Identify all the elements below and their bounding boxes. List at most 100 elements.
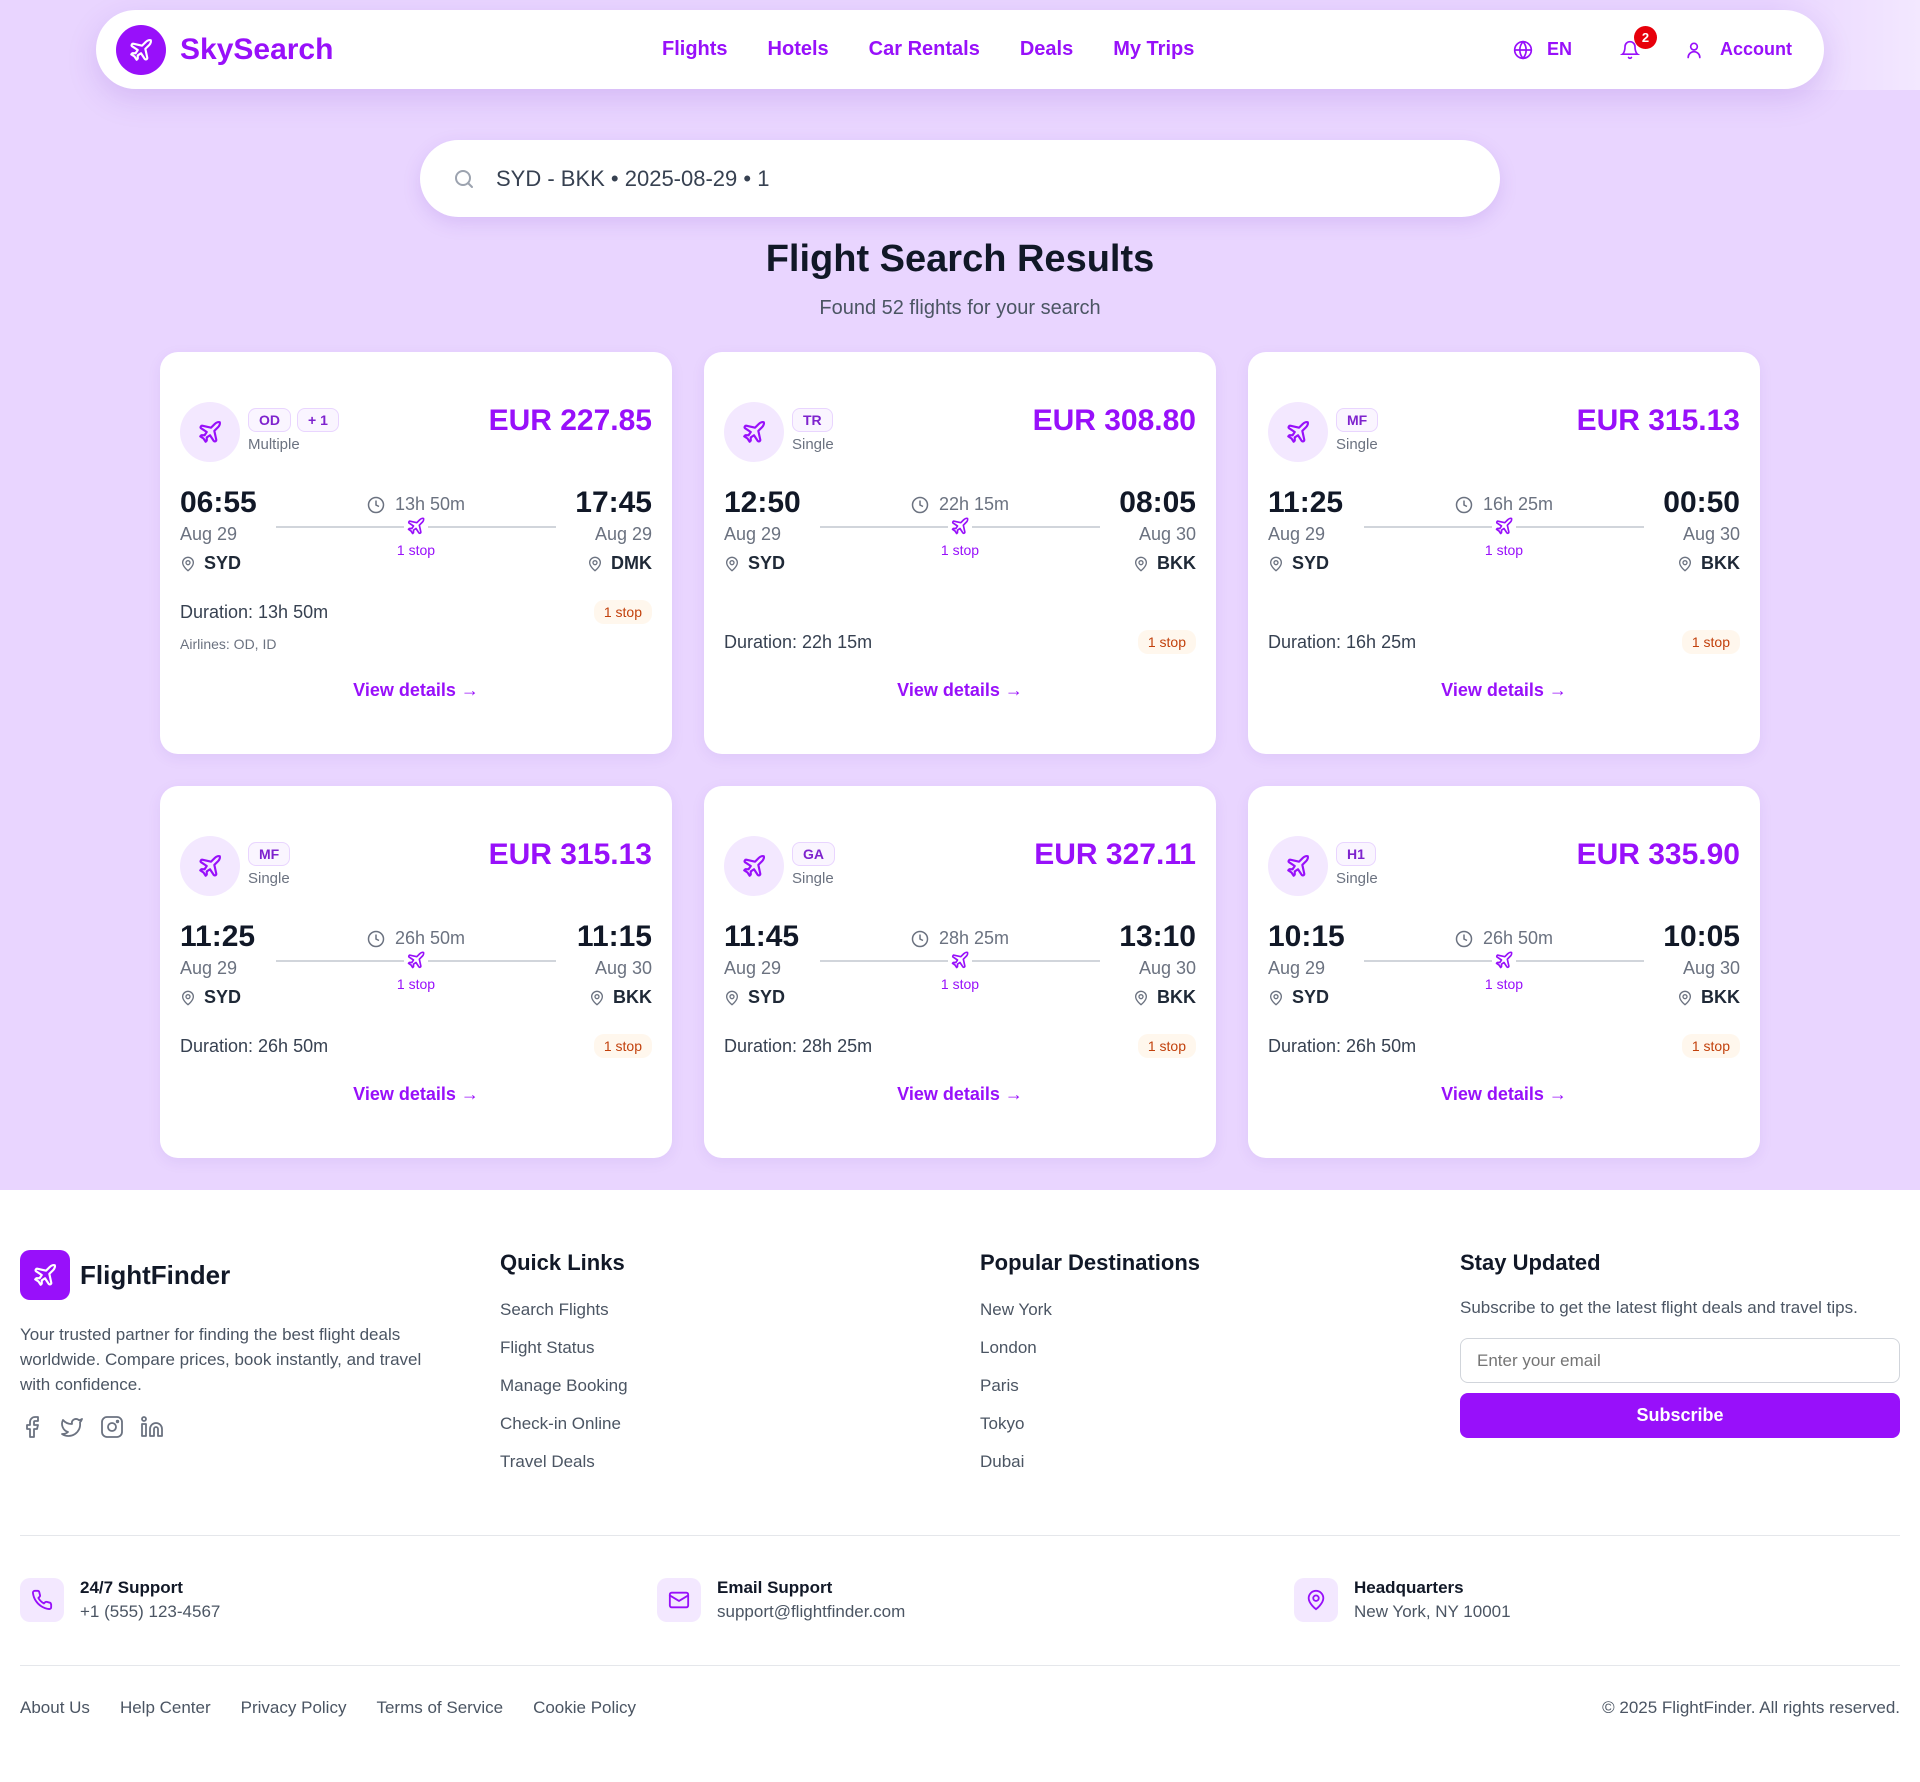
- flight-card[interactable]: OD + 1 Multiple EUR 227.85 06:55 Aug 29 …: [160, 352, 672, 754]
- legal-links: About Us Help Center Privacy Policy Term…: [20, 1698, 636, 1718]
- linkedin-icon[interactable]: [140, 1415, 164, 1439]
- destination-dubai[interactable]: Dubai: [980, 1452, 1200, 1472]
- departure: 06:55 Aug 29 SYD: [180, 486, 257, 574]
- newsletter-text: Subscribe to get the latest flight deals…: [1460, 1298, 1858, 1317]
- departure-airport-code: SYD: [748, 553, 786, 573]
- top-navbar: SkySearch Flights Hotels Car Rentals Dea…: [96, 10, 1824, 89]
- plane-icon: [130, 38, 153, 61]
- arrival-airport: BKK: [1119, 553, 1196, 574]
- view-details-link[interactable]: View details →: [704, 680, 1216, 701]
- nav-hotels[interactable]: Hotels: [768, 38, 829, 61]
- link-help-center[interactable]: Help Center: [120, 1698, 211, 1718]
- link-about-us[interactable]: About Us: [20, 1698, 90, 1718]
- flight-path: 13h 50m 1 stop: [276, 486, 556, 582]
- footer-description: Your trusted partner for finding the bes…: [20, 1325, 422, 1394]
- newsletter-email-input[interactable]: [1460, 1338, 1900, 1383]
- airline-info: GA Single: [792, 842, 835, 887]
- nav-flights[interactable]: Flights: [662, 38, 728, 61]
- nav-deals[interactable]: Deals: [1020, 38, 1073, 61]
- arrival-date: Aug 30: [1138, 958, 1196, 978]
- flight-card[interactable]: GA Single EUR 327.11 11:45 Aug 29 SYD 28…: [704, 786, 1216, 1158]
- map-pin-icon: [1678, 990, 1692, 1006]
- departure-time: 06:55: [180, 486, 257, 519]
- twitter-icon[interactable]: [60, 1415, 84, 1439]
- route-plane-icon: [948, 948, 972, 972]
- link-cookie-policy[interactable]: Cookie Policy: [533, 1698, 636, 1718]
- destinations-heading: Popular Destinations: [980, 1250, 1201, 1275]
- mail-icon: [668, 1591, 690, 1609]
- instagram-icon[interactable]: [100, 1415, 124, 1439]
- subscribe-button[interactable]: Subscribe: [1460, 1393, 1900, 1438]
- flight-times: 11:25 Aug 29 SYD 16h 25m 1 stop 00:50 Au…: [1268, 486, 1740, 582]
- view-details-link[interactable]: View details →: [160, 680, 672, 701]
- contact-phone[interactable]: +1 (555) 123-4567: [80, 1602, 220, 1622]
- link-privacy-policy[interactable]: Privacy Policy: [241, 1698, 347, 1718]
- view-details-link[interactable]: View details →: [160, 1084, 672, 1105]
- contact-email: Email Support support@flightfinder.com: [657, 1578, 905, 1622]
- airlines-list: Airlines: OD, ID: [180, 636, 277, 652]
- arrival-airport-code: BKK: [613, 987, 652, 1007]
- language-selector[interactable]: EN: [1513, 39, 1572, 60]
- phone-icon: [32, 1589, 53, 1610]
- plane-icon: [1287, 420, 1310, 443]
- notifications-button[interactable]: 2: [1620, 25, 1657, 60]
- footer-link-flight-status[interactable]: Flight Status: [500, 1338, 628, 1358]
- destination-paris[interactable]: Paris: [980, 1376, 1200, 1396]
- route-plane-icon: [404, 948, 428, 972]
- contact-email-address[interactable]: support@flightfinder.com: [717, 1602, 905, 1622]
- map-pin-icon: [1269, 556, 1283, 572]
- nav-my-trips[interactable]: My Trips: [1113, 38, 1194, 61]
- view-details-link[interactable]: View details →: [1248, 680, 1760, 701]
- nav-car-rentals[interactable]: Car Rentals: [869, 38, 980, 61]
- plane-icon: [407, 517, 425, 535]
- view-details-link[interactable]: View details →: [704, 1084, 1216, 1105]
- flight-card[interactable]: H1 Single EUR 335.90 10:15 Aug 29 SYD 26…: [1248, 786, 1760, 1158]
- airline-code: TR: [792, 408, 833, 432]
- link-terms-of-service[interactable]: Terms of Service: [376, 1698, 503, 1718]
- destination-new-york[interactable]: New York: [980, 1300, 1200, 1320]
- footer-link-check-in[interactable]: Check-in Online: [500, 1414, 628, 1434]
- map-pin-icon: [181, 556, 195, 572]
- footer-link-search-flights[interactable]: Search Flights: [500, 1300, 628, 1320]
- nav-actions: EN 2 Account: [1513, 10, 1792, 89]
- flight-duration-value: 26h 50m: [394, 928, 466, 948]
- airline-info: H1 Single: [1336, 842, 1378, 887]
- copyright: © 2025 FlightFinder. All rights reserved…: [1602, 1698, 1900, 1717]
- plane-icon: [951, 951, 969, 969]
- duration-row: Duration: 26h 50m 1 stop: [180, 1034, 652, 1058]
- stop-badge: 1 stop: [1137, 630, 1196, 654]
- facebook-icon[interactable]: [20, 1415, 44, 1439]
- footer-link-manage-booking[interactable]: Manage Booking: [500, 1376, 628, 1396]
- footer-link-travel-deals[interactable]: Travel Deals: [500, 1452, 628, 1472]
- destination-tokyo[interactable]: Tokyo: [980, 1414, 1200, 1434]
- airline-header: MF Single: [180, 836, 291, 896]
- plane-icon: [199, 420, 222, 443]
- map-pin-icon: [181, 990, 195, 1006]
- flight-path: 16h 25m 1 stop: [1364, 486, 1644, 582]
- search-input[interactable]: [496, 165, 1396, 192]
- route-plane-icon: [1492, 514, 1516, 538]
- flight-card[interactable]: TR Single EUR 308.80 12:50 Aug 29 SYD 22…: [704, 352, 1216, 754]
- clock-icon: [911, 496, 929, 513]
- departure-airport: SYD: [180, 553, 257, 574]
- view-details-link[interactable]: View details →: [1248, 1084, 1760, 1105]
- plane-icon: [1287, 854, 1310, 877]
- departure-time: 10:15: [1268, 920, 1345, 953]
- contact-support: 24/7 Support +1 (555) 123-4567: [20, 1578, 220, 1622]
- brand-name[interactable]: SkySearch: [180, 33, 333, 67]
- brand-logo[interactable]: [116, 24, 166, 75]
- flight-card[interactable]: MF Single EUR 315.13 11:25 Aug 29 SYD: [1248, 352, 1760, 754]
- arrival-airport: BKK: [577, 987, 652, 1008]
- plane-icon: [743, 854, 766, 877]
- footer-logo: [20, 1250, 70, 1300]
- footer-brand[interactable]: FlightFinder: [20, 1250, 450, 1300]
- contact-icon-box: [20, 1578, 64, 1622]
- departure-airport-code: SYD: [1292, 987, 1330, 1007]
- search-bar[interactable]: [420, 140, 1500, 217]
- airline-code: MF: [248, 842, 291, 866]
- destination-london[interactable]: London: [980, 1338, 1200, 1358]
- flight-card[interactable]: MF Single EUR 315.13 11:25 Aug 29 SYD: [160, 786, 672, 1158]
- departure-time: 11:25: [1268, 486, 1344, 519]
- account-button[interactable]: Account: [1684, 39, 1792, 60]
- flight-duration: 16h 25m: [1364, 494, 1644, 515]
